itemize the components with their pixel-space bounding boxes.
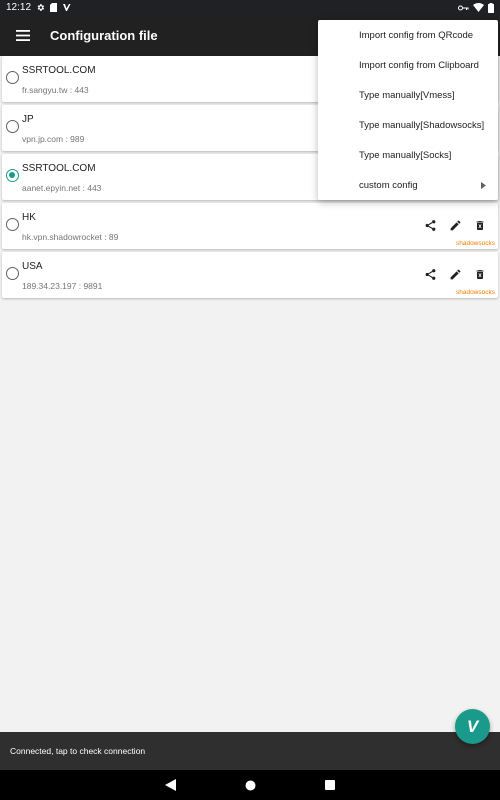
server-card[interactable]: HK hk.vpn.shadowrocket : 89 shadowsocks (2, 203, 498, 249)
snackbar-text: Connected, tap to check connection (10, 746, 146, 756)
v2ray-logo-icon: V (466, 716, 479, 736)
status-bar: 12:12 (0, 0, 500, 15)
server-radio-button[interactable] (6, 218, 19, 231)
server-radio-button[interactable] (6, 169, 19, 182)
menu-item-type-socks[interactable]: Type manually[Socks] (318, 140, 498, 170)
share-icon[interactable] (422, 266, 438, 282)
menu-item-type-vmess[interactable]: Type manually[Vmess] (318, 80, 498, 110)
menu-item-custom-config[interactable]: custom config (318, 170, 498, 200)
delete-icon[interactable] (472, 217, 488, 233)
recents-icon[interactable] (323, 778, 337, 792)
server-card[interactable]: USA 189.34.23.197 : 9891 shadowsocks (2, 252, 498, 298)
back-icon[interactable] (163, 778, 177, 792)
server-name: SSRTOOL.COM (22, 163, 96, 174)
delete-icon[interactable] (472, 266, 488, 282)
hamburger-menu-icon[interactable] (0, 15, 46, 56)
home-icon[interactable] (243, 778, 257, 792)
menu-item-import-clipboard[interactable]: Import config from Clipboard (318, 50, 498, 80)
server-radio-button[interactable] (6, 71, 19, 84)
connect-fab-button[interactable]: V (455, 709, 490, 744)
server-radio-button[interactable] (6, 120, 19, 133)
v2ray-icon (62, 3, 71, 12)
server-type-tag: shadowsocks (455, 289, 495, 296)
menu-item-import-qrcode[interactable]: Import config from QRcode (318, 20, 498, 50)
wifi-icon (473, 3, 484, 12)
status-time: 12:12 (6, 2, 32, 13)
battery-icon (488, 2, 494, 13)
server-radio-button[interactable] (6, 267, 19, 280)
gear-icon (36, 3, 45, 12)
server-actions (422, 266, 488, 282)
share-icon[interactable] (422, 217, 438, 233)
edit-icon[interactable] (447, 217, 463, 233)
sd-card-icon (50, 3, 58, 12)
server-name: HK (22, 212, 36, 223)
vpn-key-icon (458, 4, 469, 12)
server-address: fr.sangyu.tw : 443 (22, 85, 89, 95)
server-address: vpn.jp.com : 989 (22, 134, 85, 144)
page-title: Configuration file (50, 28, 158, 43)
add-config-menu: Import config from QRcode Import config … (318, 20, 498, 200)
server-type-tag: shadowsocks (455, 240, 495, 247)
server-name: JP (22, 114, 34, 125)
connection-snackbar[interactable]: Connected, tap to check connection (0, 732, 500, 770)
menu-item-type-shadowsocks[interactable]: Type manually[Shadowsocks] (318, 110, 498, 140)
server-address: hk.vpn.shadowrocket : 89 (22, 232, 119, 242)
server-actions (422, 217, 488, 233)
edit-icon[interactable] (447, 266, 463, 282)
submenu-arrow-icon (481, 181, 486, 192)
system-nav-bar (0, 770, 500, 800)
server-address: 189.34.23.197 : 9891 (22, 281, 103, 291)
server-name: SSRTOOL.COM (22, 65, 96, 76)
server-address: aanet.epyin.net : 443 (22, 183, 102, 193)
server-name: USA (22, 261, 43, 272)
